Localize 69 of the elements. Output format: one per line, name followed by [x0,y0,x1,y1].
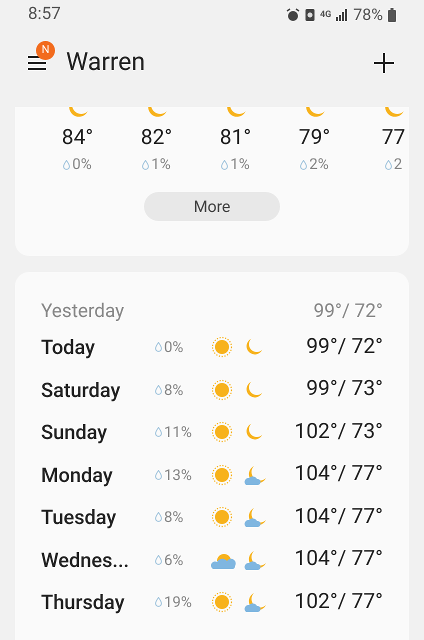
phone-icon [304,8,315,22]
rain-chance: 13% [164,464,192,486]
raindrop-icon [155,597,162,608]
rain-chance: 0% [164,337,184,358]
day-name: Tuesday [41,504,118,532]
hour-temperature: 82° [140,128,172,149]
cloudy-moon-icon [243,506,269,528]
sun-icon [211,421,233,444]
network-label: 4G [320,10,332,20]
sun-icon [211,464,233,486]
rain-chance: 19% [164,592,192,613]
add-button[interactable] [372,51,396,75]
cloudy-moon-icon [243,548,269,571]
day-name: Today [41,334,96,362]
raindrop-icon [155,512,162,522]
raindrop-icon [155,427,162,438]
rain-chance: 1% [230,157,250,172]
sun-icon [211,591,233,614]
raindrop-icon [221,160,228,170]
raindrop-icon [155,342,162,352]
day-name: Thursday [41,589,126,616]
day-temperatures: 99°/ 73° [305,376,383,403]
sun-icon [211,336,233,358]
day-temperatures: 104°/ 77° [293,546,383,573]
notification-badge: N [36,41,55,60]
cloudy-moon-icon [243,464,269,486]
day-temperatures: 104°/ 77° [293,504,383,530]
hour-temperature: 79° [298,128,330,149]
raindrop-icon [300,160,308,170]
rain-chance: 11% [164,422,192,443]
sun-icon [211,378,233,401]
battery-percent: 78% [353,4,383,26]
raindrop-icon [155,554,162,565]
hour-temperature: 84° [62,128,94,149]
yesterday-label: Yesterday [41,298,124,324]
rain-chance: 8% [164,380,184,400]
day-temperatures: 99°/ 72° [305,334,383,360]
raindrop-icon [63,160,70,170]
day-temperatures: 104°/ 77° [293,461,383,488]
raindrop-icon [155,384,162,395]
hour-temperature: 77 [382,128,406,149]
rain-chance: 2 [394,157,402,172]
battery-icon [388,8,396,22]
day-name: Saturday [41,376,122,404]
day-name: Sunday [41,419,108,446]
cloudy-moon-icon [243,591,269,614]
sun-icon [211,506,233,528]
alarm-icon [286,8,300,22]
day-name: Monday [41,462,114,489]
status-time: 8:57 [28,3,61,26]
day-temperatures: 102°/ 73° [293,418,383,446]
raindrop-icon [142,160,150,170]
day-name: Wednes... [41,546,130,574]
plus-icon [374,53,394,73]
rain-chance: 0% [72,157,92,172]
yesterday-temperatures: 99°/ 72° [314,298,383,324]
rain-chance: 8% [164,507,184,528]
raindrop-icon [155,470,162,480]
signal-icon [336,9,348,21]
rain-chance: 2% [309,157,329,172]
more-button[interactable]: More [144,192,280,221]
hour-temperature: 81° [220,128,252,149]
rain-chance: 1% [151,157,171,172]
location-title: Warren [66,47,146,80]
menu-button[interactable] [28,53,48,73]
menu-icon [28,56,46,70]
day-temperatures: 102°/ 77° [293,588,383,616]
raindrop-icon [384,160,392,170]
rain-chance: 6% [164,550,184,570]
